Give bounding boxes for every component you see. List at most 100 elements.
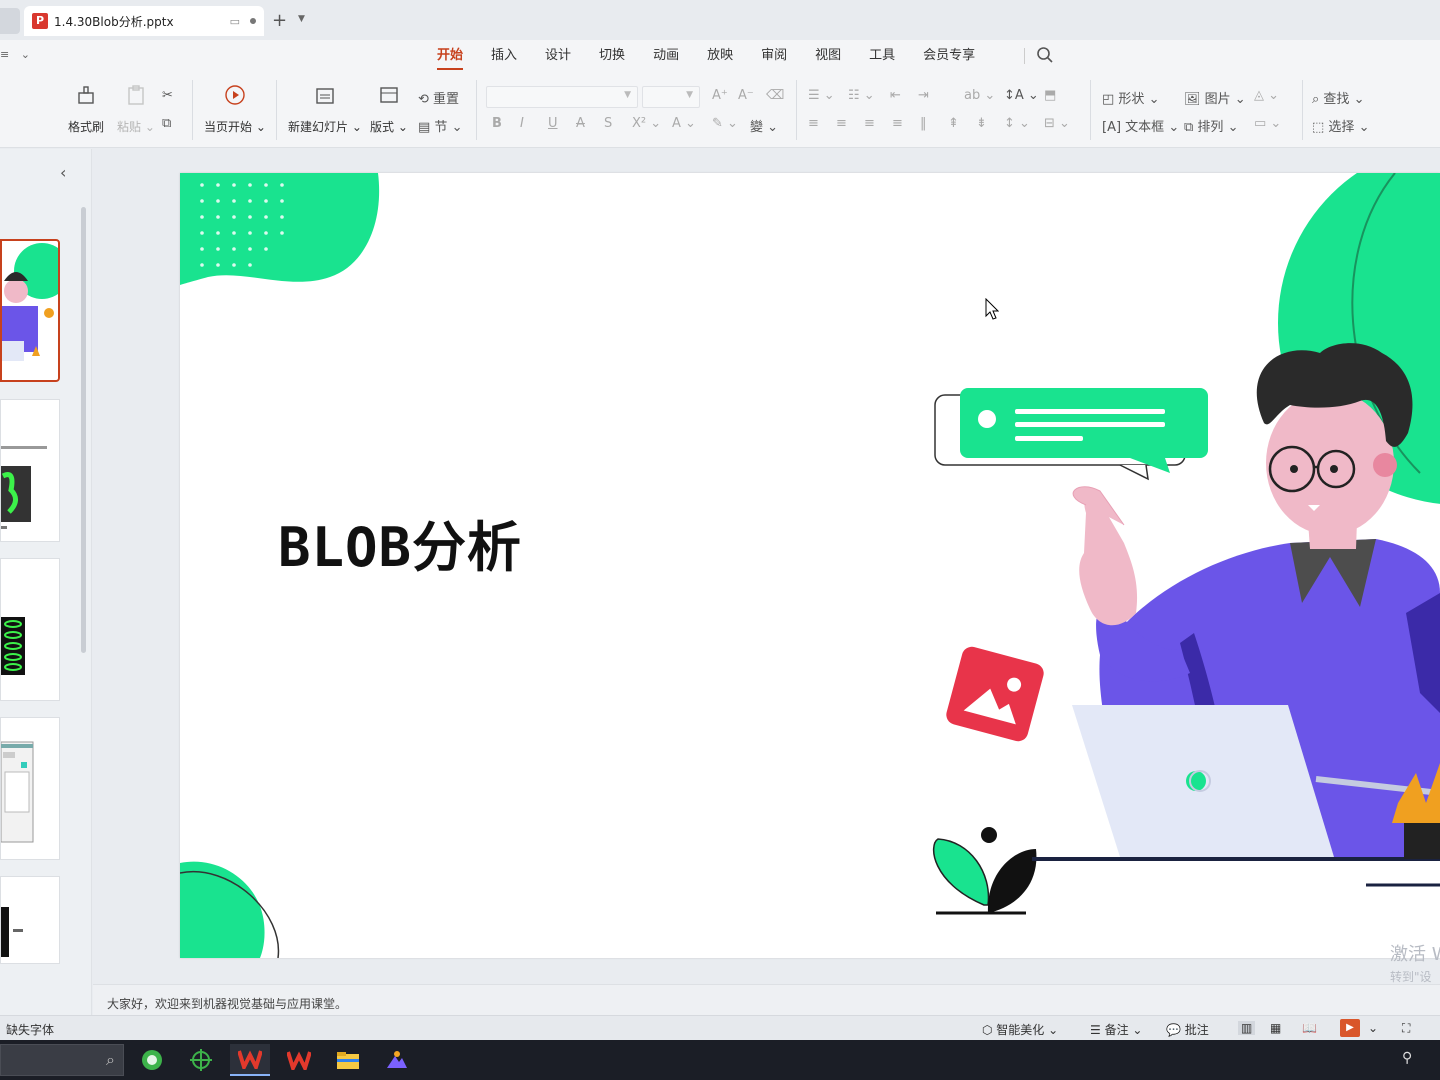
slide-sorter-icon[interactable]: ▦ — [1270, 1021, 1281, 1035]
comments-button[interactable]: 💬 批注 — [1166, 1021, 1209, 1038]
convert-smartart-icon[interactable]: ⬒ — [1044, 88, 1056, 103]
cut-icon[interactable]: ✂ — [162, 88, 173, 103]
unsaved-dot-icon[interactable] — [250, 18, 256, 24]
menu-tab-2[interactable]: 设计 — [534, 40, 582, 72]
font-family-select[interactable]: ▼ — [486, 86, 638, 108]
line-spacing-down-icon[interactable]: ⇟ — [976, 116, 987, 131]
find-icon: ⌕ — [1312, 92, 1324, 107]
shape-button[interactable]: ◰ 形状 ⌄ — [1102, 88, 1159, 107]
vertical-align-icon[interactable]: ⊟ ⌄ — [1044, 116, 1070, 131]
paste-button[interactable]: 粘贴 ⌄ — [117, 84, 155, 135]
play-from-current-button[interactable]: 当页开始 ⌄ — [204, 84, 266, 135]
document-tab[interactable]: P 1.4.30Blob分析.pptx ▭ — [24, 6, 264, 36]
search-icon[interactable] — [1036, 46, 1054, 68]
menu-tab-6[interactable]: 审阅 — [750, 40, 798, 72]
format-painter-button[interactable]: 格式刷 — [68, 84, 104, 135]
layout-button[interactable]: 版式 ⌄ — [370, 84, 408, 135]
layout-icon — [378, 84, 400, 114]
menu-tab-9[interactable]: 会员专享 — [912, 40, 986, 72]
slide-thumbnail-5[interactable] — [0, 876, 60, 964]
wps-presentation-app-icon[interactable] — [230, 1044, 270, 1076]
fill-icon[interactable]: ◬ ⌄ — [1254, 88, 1279, 103]
slide-title[interactable]: BLOB分析 — [278, 503, 522, 582]
menu-tab-8[interactable]: 工具 — [858, 40, 906, 72]
text-direction-icon[interactable]: ↕A ⌄ — [1004, 88, 1039, 103]
underline-icon[interactable]: U — [548, 116, 558, 131]
thumbnail-scrollbar[interactable] — [81, 207, 86, 653]
wps-office-app-icon[interactable] — [279, 1044, 319, 1076]
char-spacing-icon[interactable]: ab ⌄ — [964, 88, 995, 103]
clear-format-icon[interactable]: ⌫ — [766, 88, 784, 103]
quick-access-chevron-icon[interactable]: ⌄ — [21, 48, 30, 61]
new-tab-button[interactable]: + — [272, 10, 287, 31]
font-color-icon[interactable]: A ⌄ — [672, 116, 696, 131]
align-center-icon[interactable]: ≡ — [836, 116, 847, 131]
strikethrough-icon[interactable]: A — [576, 116, 585, 131]
slide-thumbnail-1[interactable] — [0, 239, 60, 382]
copy-icon[interactable]: ⧉ — [162, 116, 171, 131]
file-explorer-icon[interactable] — [328, 1044, 368, 1076]
notes-toggle-button[interactable]: ☰ 备注 ⌄ — [1090, 1021, 1142, 1038]
line-spacing-up-icon[interactable]: ⇞ — [948, 116, 959, 131]
slideshow-play-icon[interactable]: ▶ — [1340, 1019, 1360, 1037]
quick-access-overflow-icon[interactable]: ≡ — [0, 48, 9, 61]
menu-tab-5[interactable]: 放映 — [696, 40, 744, 72]
superscript-icon[interactable]: X² ⌄ — [632, 116, 661, 131]
user-account-icon[interactable]: ⚲ — [1402, 1050, 1412, 1066]
numbering-icon[interactable]: ☷ ⌄ — [848, 88, 875, 103]
italic-icon[interactable]: I — [520, 116, 524, 131]
slide-thumbnail-4[interactable] — [0, 717, 60, 860]
normal-view-icon[interactable]: ▥ — [1238, 1021, 1256, 1035]
menu-tab-3[interactable]: 切换 — [588, 40, 636, 72]
section-button[interactable]: ▤ 节 ⌄ — [418, 116, 462, 135]
decrease-indent-icon[interactable]: ⇤ — [890, 88, 901, 103]
increase-font-icon[interactable]: A⁺ — [712, 88, 728, 103]
menu-tab-0[interactable]: 开始 — [426, 40, 474, 72]
section-label: 节 — [434, 120, 448, 135]
smart-beautify-button[interactable]: ⬡ 智能美化 ⌄ — [982, 1021, 1058, 1038]
arrange-label: 排列 — [1197, 120, 1224, 135]
picture-button[interactable]: 🖼 图片 ⌄ — [1184, 88, 1246, 107]
find-button[interactable]: ⌕ 查找 ⌄ — [1312, 88, 1364, 107]
arrange-button[interactable]: ⧉ 排列 ⌄ — [1184, 116, 1238, 135]
outline-icon[interactable]: ▭ ⌄ — [1254, 116, 1281, 131]
collapse-panel-chevron-icon[interactable]: ‹ — [60, 163, 66, 182]
chevron-down-icon: ▼ — [686, 90, 693, 100]
align-right-icon[interactable]: ≡ — [864, 116, 875, 131]
select-button[interactable]: ⬚ 选择 ⌄ — [1312, 116, 1369, 135]
media-app-icon[interactable] — [377, 1044, 417, 1076]
slideshow-options-chevron-icon[interactable]: ⌄ — [1368, 1021, 1378, 1035]
increase-indent-icon[interactable]: ⇥ — [918, 88, 929, 103]
browser-app-icon[interactable] — [132, 1044, 172, 1076]
bullets-icon[interactable]: ☰ ⌄ — [808, 88, 835, 103]
font-size-select[interactable]: ▼ — [642, 86, 700, 108]
align-left-icon[interactable]: ≡ — [808, 116, 819, 131]
slide-canvas[interactable]: BLOB分析 — [180, 173, 1440, 958]
slide-thumbnail-3[interactable] — [0, 558, 60, 701]
textbox-button[interactable]: [A] 文本框 ⌄ — [1102, 116, 1179, 135]
reading-view-icon[interactable]: 📖 — [1302, 1021, 1317, 1035]
shadow-icon[interactable]: S — [604, 116, 612, 131]
previous-tab-stub[interactable] — [0, 8, 20, 34]
justify-icon[interactable]: ≡ — [892, 116, 903, 131]
decrease-font-icon[interactable]: A⁻ — [738, 88, 754, 103]
bold-icon[interactable]: B — [492, 116, 502, 131]
slide-thumbnail-2[interactable] — [0, 399, 60, 542]
menu-tab-4[interactable]: 动画 — [642, 40, 690, 72]
speaker-notes-text[interactable]: 大家好，欢迎来到机器视觉基础与应用课堂。 — [107, 995, 347, 1012]
crosshair-app-icon[interactable] — [181, 1044, 221, 1076]
line-spacing-icon[interactable]: ↕ ⌄ — [1004, 116, 1030, 131]
reset-button[interactable]: ⟲ 重置 — [418, 88, 459, 107]
missing-font-status[interactable]: 缺失字体 — [6, 1021, 54, 1038]
menu-tab-1[interactable]: 插入 — [480, 40, 528, 72]
taskbar-search-box[interactable]: ⌕ — [0, 1044, 124, 1076]
distribute-icon[interactable]: ‖ — [920, 116, 927, 131]
menu-tab-7[interactable]: 视图 — [804, 40, 852, 72]
speaker-notes-pane[interactable]: 大家好，欢迎来到机器视觉基础与应用课堂。 — [93, 984, 1440, 1016]
fit-window-icon[interactable]: ⛶ — [1402, 1021, 1410, 1036]
tab-list-chevron-icon[interactable]: ▼ — [298, 14, 305, 24]
highlight-icon[interactable]: ✎ ⌄ — [712, 116, 738, 131]
monitor-icon[interactable]: ▭ — [230, 15, 240, 28]
new-slide-button[interactable]: 新建幻灯片 ⌄ — [288, 84, 362, 135]
phonetic-icon[interactable]: 變 ⌄ — [750, 116, 778, 135]
